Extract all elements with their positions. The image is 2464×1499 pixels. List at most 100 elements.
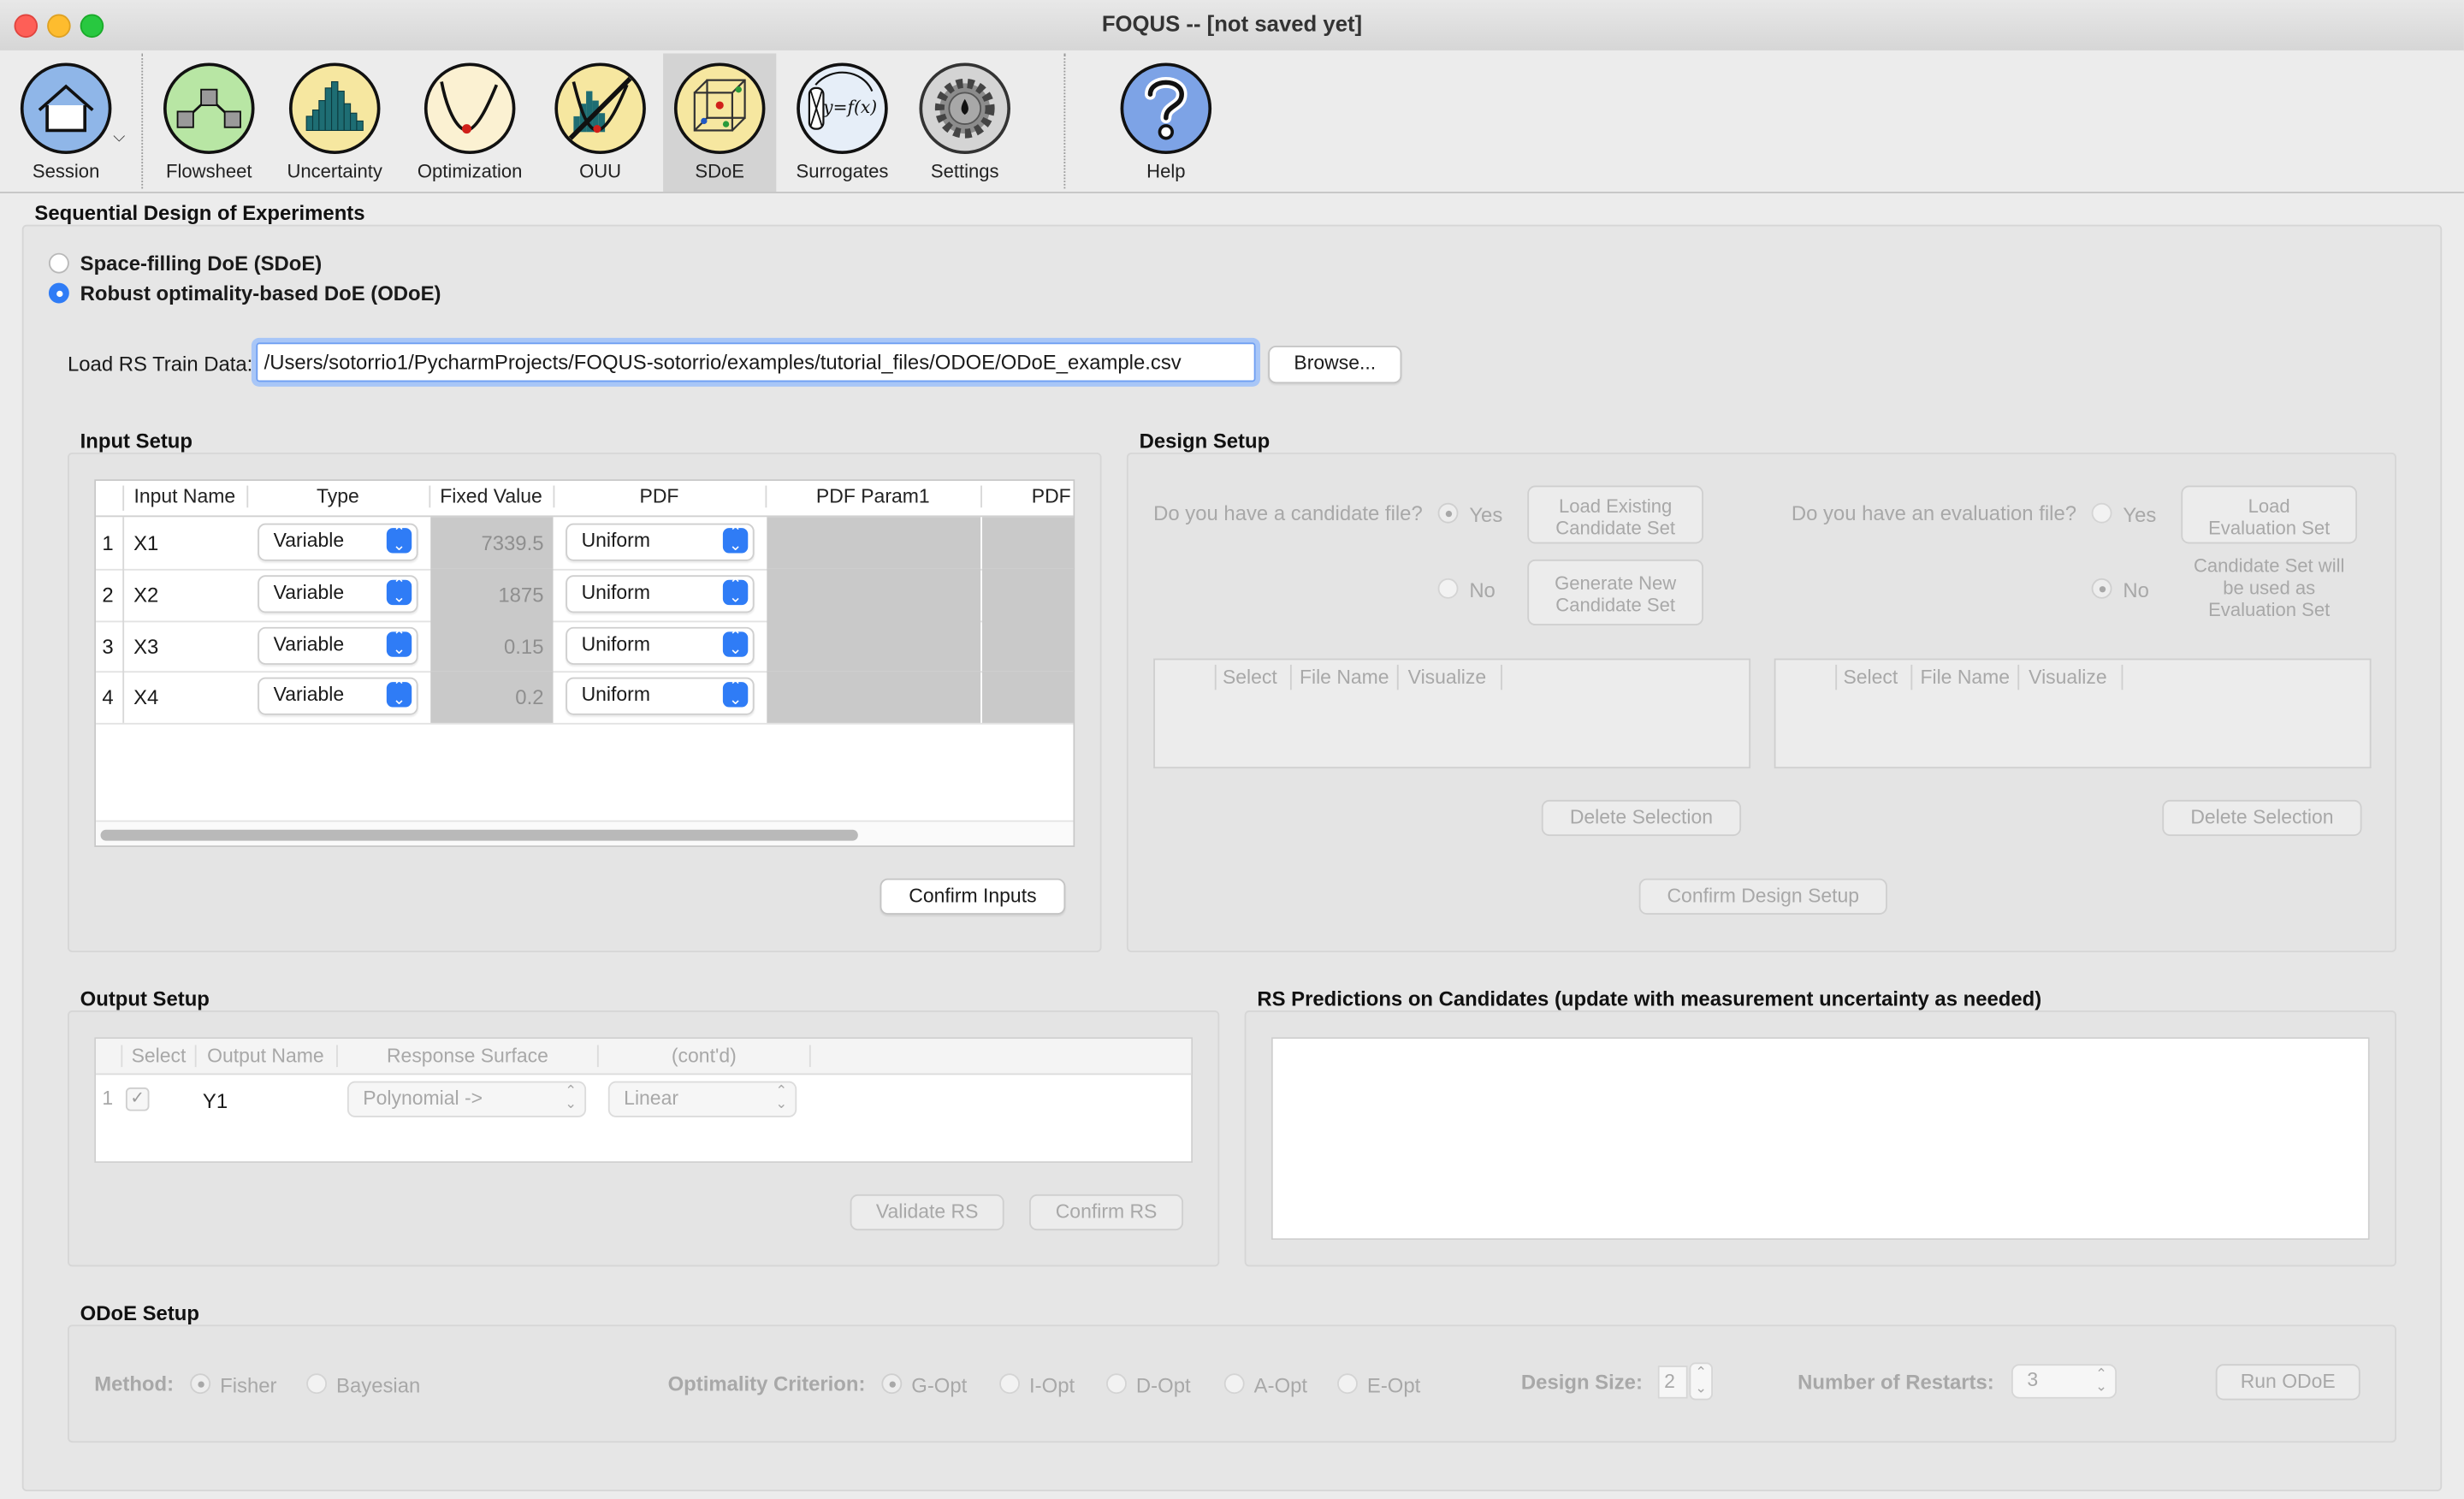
toolbar-ouu-label: OUU xyxy=(579,160,622,183)
toolbar-settings-label: Settings xyxy=(930,160,999,183)
row-number: 2 xyxy=(102,583,114,607)
type-select[interactable]: Variable ⌃ ⌄ xyxy=(258,626,418,665)
toolbar-uncertainty-label: Uncertainty xyxy=(287,160,382,183)
criterion-a-opt-radio[interactable] xyxy=(1223,1373,1245,1395)
radio-odoe[interactable] xyxy=(48,282,69,304)
load-evaluation-set-button[interactable]: Load Evaluation Set xyxy=(2181,485,2358,544)
criterion-d-opt-radio[interactable] xyxy=(1106,1373,1127,1395)
pdf-param1-cell xyxy=(767,517,981,569)
col-select: Select xyxy=(121,1045,197,1068)
method-fisher-label: Fisher xyxy=(220,1373,277,1397)
confirm-rs-button[interactable]: Confirm RS xyxy=(1029,1194,1184,1231)
method-fisher-radio[interactable] xyxy=(190,1373,211,1395)
evaluation-col-select: Select xyxy=(1843,666,1898,689)
evaluation-file-question: Do you have an evaluation file? xyxy=(1791,501,2077,525)
evaluation-yes-radio[interactable] xyxy=(2091,502,2112,524)
evaluation-no-radio[interactable] xyxy=(2091,578,2112,599)
pdf-param1-cell xyxy=(767,620,981,672)
updown-arrows-icon: ⌃ ⌄ xyxy=(722,525,749,554)
pdf-select[interactable]: Uniform ⌃ ⌄ xyxy=(566,677,755,715)
column-divider xyxy=(1835,664,1838,690)
table-row[interactable]: 3 X3 Variable ⌃ ⌄ 0.15 Uniform ⌃ ⌄ xyxy=(96,620,1074,673)
evaluation-no-label: No xyxy=(2123,578,2149,602)
criterion-g-opt-radio[interactable] xyxy=(881,1373,903,1395)
type-select[interactable]: Variable ⌃ ⌄ xyxy=(258,575,418,613)
radio-sdoe[interactable] xyxy=(48,252,69,274)
column-divider xyxy=(1396,664,1399,690)
toolbar-optimization[interactable]: Optimization xyxy=(413,53,526,192)
run-odoe-button[interactable]: Run ODoE xyxy=(2215,1364,2360,1401)
toolbar-flowsheet[interactable]: Flowsheet xyxy=(152,53,265,192)
input-rows: 1 X1 Variable ⌃ ⌄ 7339.5 Uniform ⌃ ⌄ 2 X… xyxy=(96,517,1074,725)
toolbar-uncertainty[interactable]: Uncertainty xyxy=(278,53,391,192)
toolbar-sdoe[interactable]: SDoE xyxy=(663,53,777,193)
load-existing-candidate-button[interactable]: Load Existing Candidate Set xyxy=(1527,485,1703,544)
criterion-g-opt-label: G-Opt xyxy=(911,1373,968,1397)
candidate-no-radio[interactable] xyxy=(1437,578,1459,599)
col-output-name: Output Name xyxy=(195,1045,338,1068)
restarts-select[interactable]: 3 ⌃ ⌄ xyxy=(2011,1364,2118,1399)
evaluation-note-line2: be used as xyxy=(2223,577,2316,599)
toolbar-help[interactable]: Help xyxy=(1110,53,1223,192)
response-surface-select[interactable]: Polynomial -> ⌃ ⌄ xyxy=(346,1081,587,1117)
pdf-select[interactable]: Uniform ⌃ ⌄ xyxy=(566,523,755,561)
method-bayesian-radio[interactable] xyxy=(306,1373,328,1395)
toolbar-ouu[interactable]: OUU xyxy=(543,53,656,192)
type-select-value: Variable xyxy=(273,581,345,604)
scrollbar-thumb[interactable] xyxy=(100,829,858,841)
criterion-i-opt-radio[interactable] xyxy=(999,1373,1021,1395)
design-size-label: Design Size: xyxy=(1520,1370,1643,1395)
chevron-down-icon[interactable]: ⌵ xyxy=(113,129,125,146)
input-table: Input Name Type Fixed Value PDF PDF Para… xyxy=(94,479,1075,847)
pdf-select[interactable]: Uniform ⌃ ⌄ xyxy=(566,626,755,665)
col-pdf: PDF xyxy=(554,485,767,508)
rs-predictions-table[interactable] xyxy=(1270,1037,2370,1241)
candidate-yes-label: Yes xyxy=(1469,502,1503,527)
criterion-e-opt-radio[interactable] xyxy=(1337,1373,1358,1395)
evaluation-note-line3: Evaluation Set xyxy=(2208,598,2331,621)
svg-text:y=f(x): y=f(x) xyxy=(822,97,877,117)
optimality-criterion-label: Optimality Criterion: xyxy=(667,1372,866,1395)
type-select[interactable]: Variable ⌃ ⌄ xyxy=(258,677,418,715)
delete-evaluation-selection-button[interactable]: Delete Selection xyxy=(2162,799,2362,837)
row-number-divider xyxy=(122,517,125,723)
select-checkbox[interactable]: ✓ xyxy=(125,1087,150,1111)
odoe-setup-title: ODoE Setup xyxy=(80,1301,199,1325)
column-divider xyxy=(2017,664,2020,690)
table-row[interactable]: 1 ✓ Y1 Polynomial -> ⌃ ⌄ Linear ⌃ ⌄ xyxy=(96,1075,1191,1122)
type-select[interactable]: Variable ⌃ ⌄ xyxy=(258,523,418,561)
output-setup-title: Output Setup xyxy=(80,986,210,1010)
table-row[interactable]: 2 X2 Variable ⌃ ⌄ 1875 Uniform ⌃ ⌄ xyxy=(96,568,1074,623)
generate-new-candidate-button[interactable]: Generate New Candidate Set xyxy=(1527,559,1703,626)
pdf-param1-cell xyxy=(767,671,981,723)
candidate-yes-radio[interactable] xyxy=(1437,502,1459,524)
toolbar-surrogates[interactable]: y=f(x) Surrogates xyxy=(785,53,898,192)
toolbar-separator xyxy=(1063,53,1066,189)
design-size-stepper[interactable]: ⌃ ⌄ xyxy=(1689,1362,1714,1401)
rs-train-data-path-input[interactable]: /Users/sotorrio1/PycharmProjects/FOQUS-s… xyxy=(256,342,1256,382)
type-select-value: Variable xyxy=(273,633,345,655)
toolbar-settings[interactable]: Settings xyxy=(909,53,1022,192)
restarts-value: 3 xyxy=(2027,1368,2039,1391)
delete-candidate-selection-button[interactable]: Delete Selection xyxy=(1541,799,1742,837)
contd-select[interactable]: Linear ⌃ ⌄ xyxy=(607,1081,797,1117)
table-row[interactable]: 1 X1 Variable ⌃ ⌄ 7339.5 Uniform ⌃ ⌄ xyxy=(96,517,1074,571)
fixed-value: 0.15 xyxy=(504,635,544,659)
table-row[interactable]: 4 X4 Variable ⌃ ⌄ 0.2 Uniform ⌃ ⌄ xyxy=(96,671,1074,725)
pdf-select[interactable]: Uniform ⌃ ⌄ xyxy=(566,575,755,613)
column-divider xyxy=(1501,664,1502,690)
updown-arrows-icon: ⌃ ⌄ xyxy=(775,1082,788,1111)
validate-rs-button[interactable]: Validate RS xyxy=(850,1194,1004,1231)
toolbar-session[interactable]: Session xyxy=(9,53,122,192)
candidate-col-visualize: Visualize xyxy=(1407,666,1487,689)
col-pdf-param2: PDF xyxy=(1031,485,1071,508)
horizontal-scrollbar[interactable] xyxy=(96,820,1074,846)
pdf-select-value: Uniform xyxy=(581,529,650,552)
toolbar-help-label: Help xyxy=(1146,160,1186,183)
pdf-select-value: Uniform xyxy=(581,683,650,706)
design-size-input[interactable]: 2 xyxy=(1657,1366,1688,1399)
confirm-design-setup-button[interactable]: Confirm Design Setup xyxy=(1638,878,1887,915)
col-contd: (cont'd) xyxy=(599,1045,811,1068)
browse-button[interactable]: Browse... xyxy=(1268,346,1402,384)
confirm-inputs-button[interactable]: Confirm Inputs xyxy=(880,878,1066,915)
